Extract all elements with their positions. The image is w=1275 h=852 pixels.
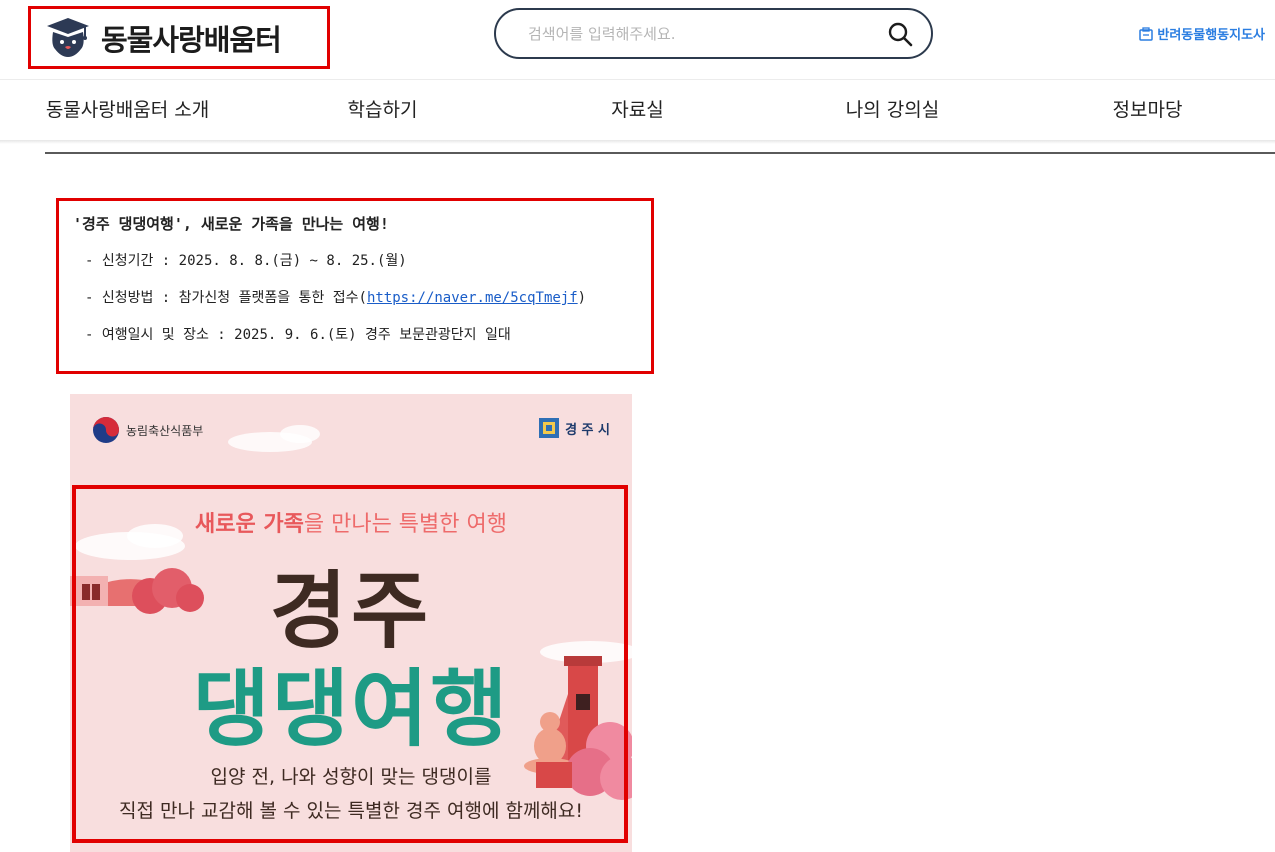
search-input[interactable] bbox=[526, 23, 870, 44]
event-notice: '경주 댕댕여행', 새로운 가족을 만나는 여행! - 신청기간 : 2025… bbox=[56, 198, 654, 374]
site-logo[interactable]: 동물사랑배움터 bbox=[28, 6, 330, 69]
logo-text: 동물사랑배움터 bbox=[101, 22, 282, 57]
subtitle-rest: 을 만나는 특별한 여행 bbox=[303, 512, 507, 537]
nav-shadow bbox=[0, 140, 1275, 144]
city-logo: 경 주 시 bbox=[537, 416, 610, 440]
poster-description-line1: 입양 전, 나와 성향이 맞는 댕댕이를 bbox=[210, 766, 492, 788]
nav-item-info[interactable]: 정보마당 bbox=[1020, 80, 1275, 140]
application-link[interactable]: https://naver.me/5cqTmejf bbox=[367, 290, 578, 306]
nav-item-my-classroom[interactable]: 나의 강의실 bbox=[765, 80, 1020, 140]
notice-title: '경주 댕댕여행', 새로운 가족을 만나는 여행! bbox=[73, 215, 389, 233]
ministry-logo: 농림축산식품부 bbox=[92, 416, 203, 444]
notice-method: - 신청방법 : 참가신청 플랫폼을 통한 접수(https://naver.m… bbox=[85, 287, 586, 307]
notice-method-prefix: - 신청방법 : 참가신청 플랫폼을 통한 접수( bbox=[85, 290, 367, 306]
content-top-divider bbox=[45, 152, 1275, 154]
poster-title-line2: 댕댕여행 bbox=[192, 660, 510, 758]
event-poster: 농림축산식품부 경 주 시 새로운 가족을 만나는 특별한 여행 경주 댕댕여행… bbox=[70, 394, 632, 852]
city-name: 경 주 시 bbox=[565, 422, 610, 438]
search-bar bbox=[494, 8, 933, 59]
main-nav: 동물사랑배움터 소개 학습하기 자료실 나의 강의실 정보마당 bbox=[0, 80, 1275, 140]
nav-item-about[interactable]: 동물사랑배움터 소개 bbox=[0, 80, 255, 140]
map-link-label: 반려동물행동지도사 bbox=[1157, 28, 1265, 43]
taegeuk-icon bbox=[93, 417, 119, 443]
pet-behavior-instructor-link[interactable]: 반려동물행동지도사 bbox=[1139, 24, 1265, 43]
nav-item-resources[interactable]: 자료실 bbox=[510, 80, 765, 140]
search-icon[interactable] bbox=[887, 21, 913, 47]
notice-place: - 여행일시 및 장소 : 2025. 9. 6.(토) 경주 보문관광단지 일… bbox=[85, 327, 511, 343]
nav-item-learning[interactable]: 학습하기 bbox=[255, 80, 510, 140]
certificate-icon bbox=[1139, 26, 1154, 41]
dog-graduation-cap-icon bbox=[47, 17, 89, 57]
poster-subtitle: 새로운 가족을 만나는 특별한 여행 bbox=[70, 506, 632, 538]
poster-description-line2: 직접 만나 교감해 볼 수 있는 특별한 경주 여행에 함께해요! bbox=[118, 800, 583, 822]
ministry-name: 농림축산식품부 bbox=[126, 423, 204, 438]
subtitle-highlight: 새로운 가족 bbox=[194, 512, 304, 537]
notice-period: - 신청기간 : 2025. 8. 8.(금) ~ 8. 25.(월) bbox=[85, 253, 407, 269]
notice-method-suffix: ) bbox=[577, 290, 587, 306]
city-emblem-icon bbox=[539, 418, 560, 438]
